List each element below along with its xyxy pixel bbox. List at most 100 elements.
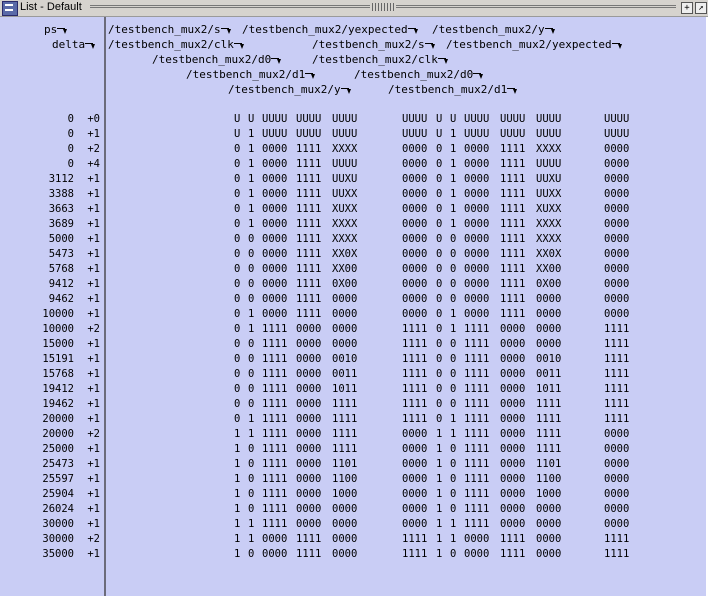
signal-value: 0000 bbox=[536, 293, 562, 305]
signal-value: 0 bbox=[436, 323, 443, 335]
time-value: 19412 bbox=[42, 383, 74, 395]
signal-value: 0 bbox=[436, 293, 443, 305]
signal-value: 0 bbox=[248, 383, 255, 395]
plus-icon[interactable]: + bbox=[681, 2, 693, 14]
signal-header[interactable]: /testbench_mux2/clk bbox=[108, 38, 245, 51]
signal-value: UUUU bbox=[464, 113, 490, 125]
delta-value: +2 bbox=[87, 143, 100, 155]
signal-value: 0 bbox=[248, 293, 255, 305]
signal-header[interactable]: /testbench_mux2/clk bbox=[312, 53, 449, 66]
signal-value: 0011 bbox=[536, 368, 562, 380]
signal-value: 1111 bbox=[500, 293, 526, 305]
signal-values-pane: /testbench_mux2/s/testbench_mux2/yexpect… bbox=[106, 17, 708, 596]
signal-value: 0 bbox=[436, 308, 443, 320]
signal-value: 0 bbox=[234, 383, 241, 395]
signal-value: 1111 bbox=[262, 503, 288, 515]
sort-arrow-icon[interactable] bbox=[407, 26, 419, 35]
sort-arrow-icon[interactable] bbox=[220, 26, 232, 35]
signal-value: 0000 bbox=[604, 308, 630, 320]
sort-arrow-icon[interactable] bbox=[233, 41, 245, 50]
sort-arrow-icon[interactable] bbox=[85, 41, 96, 50]
time-value: 0 bbox=[67, 158, 74, 170]
signal-value: 0 bbox=[248, 443, 255, 455]
undock-icon[interactable]: ↗ bbox=[695, 2, 707, 14]
signal-header[interactable]: /testbench_mux2/y bbox=[228, 83, 352, 96]
sort-arrow-icon[interactable] bbox=[473, 71, 484, 80]
signal-value: 1111 bbox=[296, 533, 322, 545]
signal-header[interactable]: /testbench_mux2/s bbox=[108, 23, 232, 36]
time-value: 9412 bbox=[48, 278, 74, 290]
signal-value: 0000 bbox=[500, 338, 526, 350]
signal-value: UUXX bbox=[332, 188, 358, 200]
signal-value: 0000 bbox=[604, 263, 630, 275]
signal-value: 1100 bbox=[536, 473, 562, 485]
signal-value: 1 bbox=[450, 143, 457, 155]
signal-value: 0000 bbox=[262, 548, 288, 560]
delta-value: +1 bbox=[87, 473, 100, 485]
delta-value: +1 bbox=[87, 548, 100, 560]
signal-value: 1 bbox=[450, 428, 457, 440]
list-window-icon[interactable] bbox=[2, 1, 18, 16]
signal-value: 1 bbox=[436, 473, 443, 485]
signal-header[interactable]: /testbench_mux2/d0 bbox=[152, 53, 282, 66]
delta-value: +1 bbox=[87, 263, 100, 275]
signal-value: 0000 bbox=[464, 533, 490, 545]
signal-value: 0 bbox=[234, 248, 241, 260]
sort-arrow-icon[interactable] bbox=[544, 26, 556, 35]
signal-value: 0X00 bbox=[536, 278, 562, 290]
signal-value: 0000 bbox=[604, 158, 630, 170]
signal-value: 1111 bbox=[296, 233, 322, 245]
signal-value: 0000 bbox=[262, 143, 288, 155]
drag-handle-icon[interactable] bbox=[372, 3, 394, 11]
signal-value: 1111 bbox=[464, 443, 490, 455]
signal-value: 1011 bbox=[536, 383, 562, 395]
signal-value: XX0X bbox=[536, 248, 562, 260]
signal-value: 0000 bbox=[464, 278, 490, 290]
delta-column-header[interactable]: delta bbox=[52, 38, 96, 51]
delta-value: +2 bbox=[87, 428, 100, 440]
sort-arrow-icon[interactable] bbox=[57, 26, 68, 35]
sort-arrow-icon[interactable] bbox=[305, 71, 316, 80]
signal-value: 0 bbox=[450, 488, 457, 500]
signal-header[interactable]: /testbench_mux2/d0 bbox=[354, 68, 484, 81]
signal-value: 1111 bbox=[464, 368, 490, 380]
sort-arrow-icon[interactable] bbox=[437, 56, 449, 65]
signal-value: 1111 bbox=[536, 413, 562, 425]
delta-value: +1 bbox=[87, 383, 100, 395]
signal-value: 0 bbox=[436, 218, 443, 230]
signal-value: 0000 bbox=[464, 233, 490, 245]
signal-value: 1111 bbox=[500, 533, 526, 545]
signal-value: 0 bbox=[436, 188, 443, 200]
signal-value: 1111 bbox=[464, 338, 490, 350]
signal-value: 1 bbox=[248, 188, 255, 200]
signal-value: 1 bbox=[248, 428, 255, 440]
signal-value: 1 bbox=[234, 518, 241, 530]
sort-arrow-icon[interactable] bbox=[424, 41, 436, 50]
signal-value: 0000 bbox=[604, 488, 630, 500]
signal-header[interactable]: /testbench_mux2/yexpected bbox=[242, 23, 419, 36]
ps-column-header[interactable]: ps bbox=[44, 23, 68, 36]
signal-value: 0 bbox=[234, 398, 241, 410]
signal-value: 0010 bbox=[332, 353, 358, 365]
signal-value: 1111 bbox=[536, 398, 562, 410]
delta-value: +1 bbox=[87, 188, 100, 200]
sort-arrow-icon[interactable] bbox=[507, 86, 518, 95]
signal-value: 1111 bbox=[464, 428, 490, 440]
signal-header[interactable]: /testbench_mux2/y bbox=[432, 23, 556, 36]
signal-value: 1 bbox=[436, 488, 443, 500]
sort-arrow-icon[interactable] bbox=[611, 41, 623, 50]
signal-header[interactable]: /testbench_mux2/d1 bbox=[186, 68, 316, 81]
signal-value: 0 bbox=[450, 263, 457, 275]
signal-header[interactable]: /testbench_mux2/s bbox=[312, 38, 436, 51]
signal-header[interactable]: /testbench_mux2/yexpected bbox=[446, 38, 623, 51]
signal-value: 0000 bbox=[500, 518, 526, 530]
signal-header[interactable]: /testbench_mux2/d1 bbox=[388, 83, 518, 96]
sort-arrow-icon[interactable] bbox=[271, 56, 282, 65]
signal-value: XXXX bbox=[332, 233, 358, 245]
title-bar[interactable]: List - Default + ↗ bbox=[0, 0, 708, 17]
signal-value: 1111 bbox=[604, 353, 630, 365]
signal-value: 0000 bbox=[296, 368, 322, 380]
sort-arrow-icon[interactable] bbox=[340, 86, 352, 95]
signal-value: 1 bbox=[436, 518, 443, 530]
signal-value: 1 bbox=[436, 428, 443, 440]
